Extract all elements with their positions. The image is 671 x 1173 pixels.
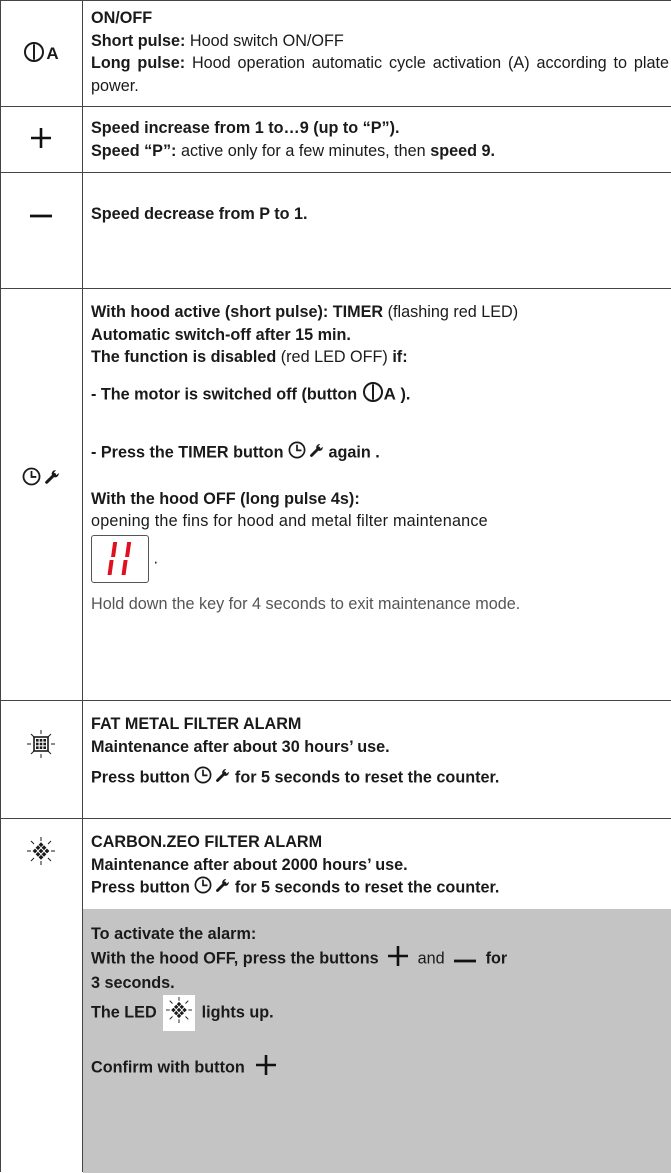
hood-off-long-pulse: With the hood OFF (long pulse 4s): [91,489,360,508]
timer-press-again: - Press the TIMER button [91,443,288,462]
timer-disabled-text: (red LED OFF) [276,348,393,366]
short-pulse-label: Short pulse: [91,31,186,50]
minus-icon [28,206,54,224]
seven-segment-display [91,534,149,583]
wrench-icon [309,442,325,465]
fat-text: FAT METAL FILTER ALARM Maintenance after… [91,713,671,791]
power-a-label: A [383,384,396,404]
carbon-reset-text: for 5 seconds to reset the counter. [230,878,500,897]
timer-motor-off: - The motor is switched off (button [91,385,362,404]
minus-icon-cell [0,173,82,257]
led-lights-start: The LED [91,1003,162,1022]
speed-p-label: Speed “P”: [91,141,177,160]
activate-and: and [413,949,450,968]
fat-press-button: Press button [91,768,195,787]
fat-title: FAT METAL FILTER ALARM [91,715,302,733]
plus-text: Speed increase from 1 to…9 (up to “P”). … [91,117,671,162]
segment-11-graphic [107,541,132,575]
exit-maintenance-text: Hold down the key for 4 seconds to exit … [91,594,521,613]
short-pulse-text: Hood switch ON/OFF [185,31,344,50]
plus-icon [254,1053,278,1082]
plus-line1: Speed increase from 1 to…9 (up to “P”). [91,119,400,137]
row-timer: With hood active (short pulse): TIMER (f… [0,288,671,701]
timer-icon-cell [0,289,82,669]
timer-active-text: (flashing red LED) [383,303,519,321]
timer-text: With hood active (short pulse): TIMER (f… [91,301,671,615]
clock-icon [194,876,212,901]
activate-press-buttons: With the hood OFF, press the buttons [91,949,384,968]
led-lights-end: lights up. [197,1003,274,1022]
speed-9-label: speed 9. [430,141,495,160]
activate-alarm-block: To activate the alarm: With the hood OFF… [83,909,671,1173]
grid-filter-icon [26,728,56,763]
speed-p-text: active only for a few minutes, then [176,141,431,160]
onoff-title: ON/OFF [91,9,153,27]
row-minus: Speed decrease from P to 1. [0,172,671,289]
clock-icon [288,441,306,466]
fat-reset-text: for 5 seconds to reset the counter. [230,768,500,787]
activate-for: for [481,949,508,968]
clock-icon [22,467,41,491]
plus-icon [29,126,53,153]
timer-auto-off: Automatic switch-off after 15 min. [91,325,351,344]
power-a-label: A [46,44,59,63]
row-onoff: A ON/OFF Short pulse: Hood switch ON/OFF… [0,0,671,107]
carbon-filter-icon [163,994,196,1031]
fat-maintenance: Maintenance after about 30 hours’ use. [91,737,390,756]
onoff-text: ON/OFF Short pulse: Hood switch ON/OFF L… [91,7,671,97]
carbon-maintenance: Maintenance after about 2000 hours’ use. [91,855,408,874]
row-fat-filter: FAT METAL FILTER ALARM Maintenance after… [0,700,671,819]
carbon-text: CARBON.ZEO FILTER ALARM Maintenance afte… [91,831,671,901]
fins-text: opening the fins for hood and metal filt… [91,512,488,530]
wrench-icon [44,468,61,490]
timer-active-label: With hood active (short pulse): TIMER [91,303,384,321]
display-period: . [153,548,159,567]
carbon-icon-cell [0,819,82,887]
timer-motor-off-end: ). [395,385,411,404]
activate-title: To activate the alarm: [91,925,257,943]
plus-icon-cell [0,107,82,173]
row-plus: Speed increase from 1 to…9 (up to “P”). … [0,106,671,173]
activate-alarm-text: To activate the alarm: With the hood OFF… [91,923,665,1082]
minus-line1: Speed decrease from P to 1. [91,205,308,223]
minus-text: Speed decrease from P to 1. [91,203,671,226]
power-icon [23,41,45,68]
timer-if: if: [392,348,408,366]
wrench-icon [215,877,231,900]
clock-icon [194,766,212,791]
wrench-icon [215,767,231,790]
instruction-table: A ON/OFF Short pulse: Hood switch ON/OFF… [0,0,671,1173]
plus-icon [386,944,410,973]
minus-icon [452,948,478,971]
confirm-with-button: Confirm with button [91,1058,245,1077]
activate-3-seconds: 3 seconds. [91,974,175,992]
onoff-icon-cell: A [0,1,82,107]
carbon-filter-icon [26,836,56,870]
carbon-press-button: Press button [91,878,195,897]
timer-press-again-end: again . [323,443,380,462]
power-icon [362,381,384,410]
fat-icon-cell [0,701,82,791]
long-pulse-label: Long pulse: [91,54,186,72]
timer-disabled-label: The function is disabled [91,348,277,366]
row-carbon-filter: CARBON.ZEO FILTER ALARM Maintenance afte… [0,818,671,1173]
carbon-title: CARBON.ZEO FILTER ALARM [91,833,323,851]
